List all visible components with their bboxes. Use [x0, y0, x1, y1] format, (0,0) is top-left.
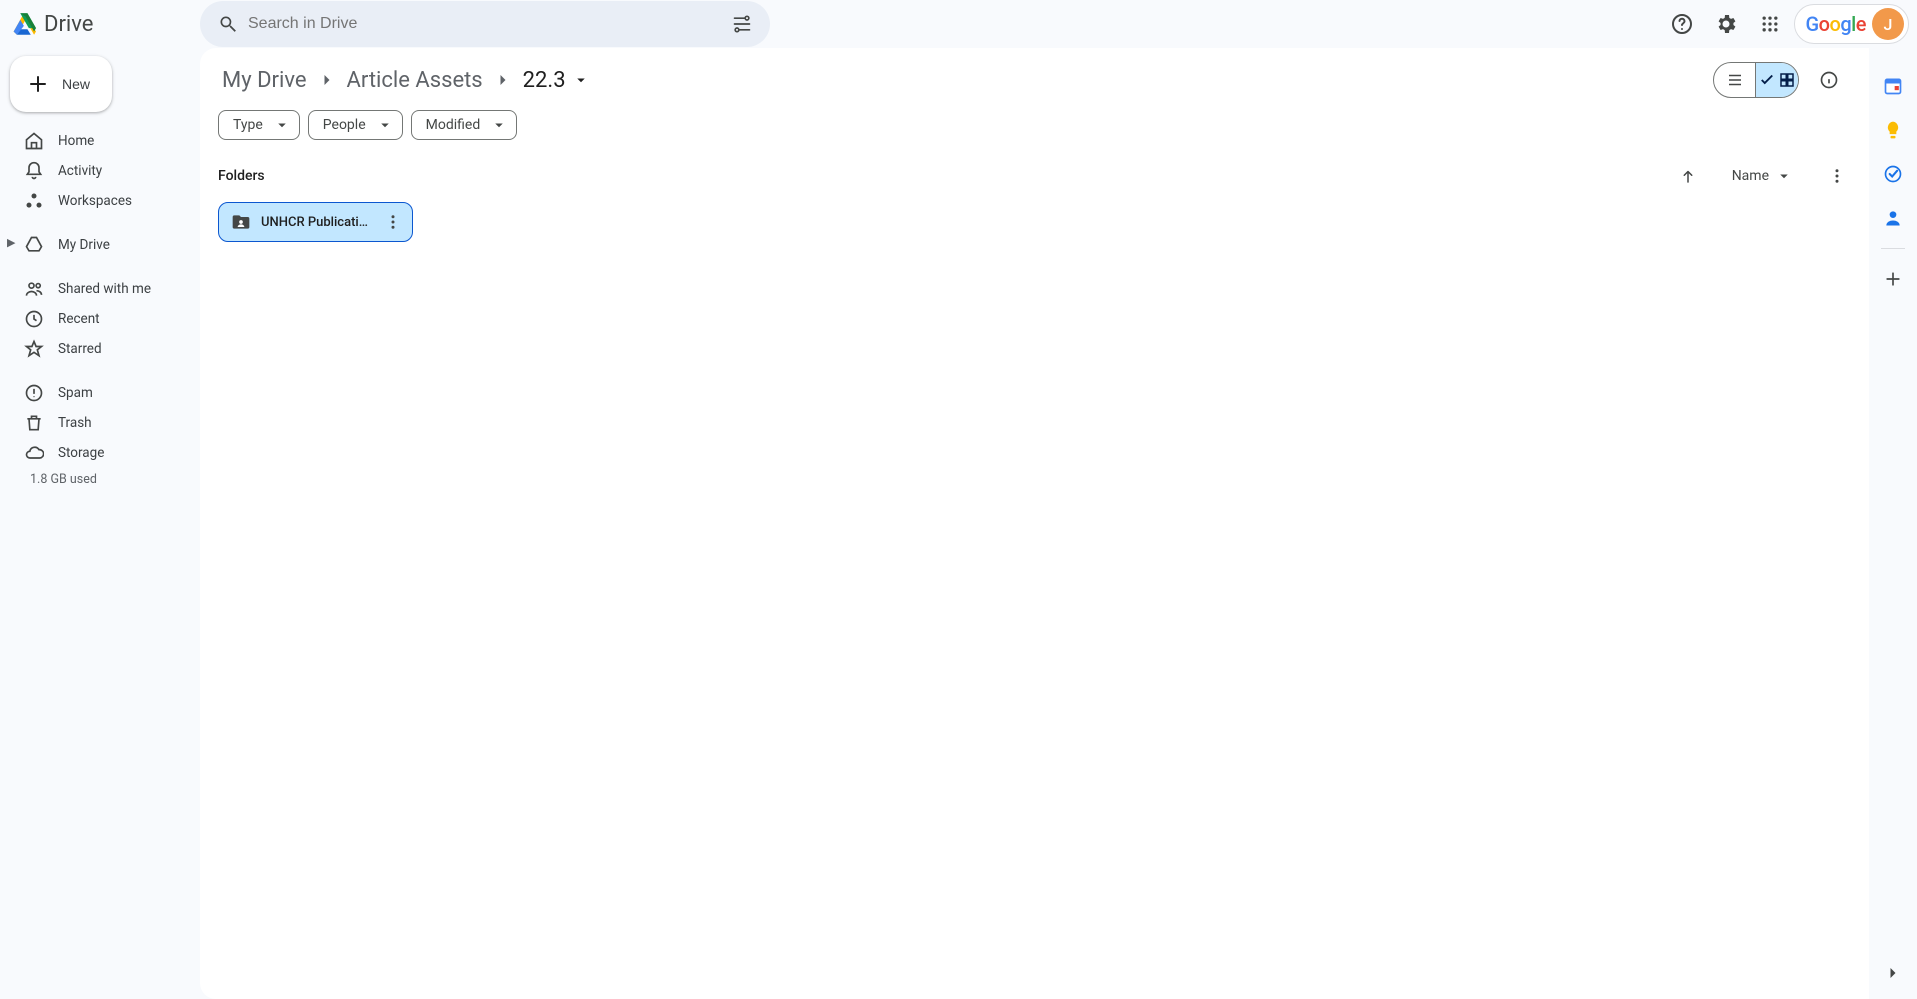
chip-label: Type	[233, 117, 263, 133]
collapse-sidepanel-icon[interactable]	[1873, 953, 1913, 993]
folder-name: UNHCR Publication …	[261, 215, 368, 230]
sidebar-item-label: Activity	[58, 163, 102, 179]
folder-card[interactable]: UNHCR Publication …	[218, 202, 413, 242]
chevron-right-icon	[317, 70, 337, 90]
sidebar-item-workspaces[interactable]: Workspaces	[10, 186, 190, 216]
help-icon[interactable]	[1662, 4, 1702, 44]
keep-addon-icon[interactable]	[1873, 110, 1913, 150]
settings-icon[interactable]	[1706, 4, 1746, 44]
sort-direction-button[interactable]	[1674, 162, 1702, 190]
filter-people[interactable]: People	[308, 110, 403, 140]
arrow-up-icon	[1679, 167, 1697, 185]
home-icon	[24, 131, 44, 151]
breadcrumb-current-label: 22.3	[523, 68, 566, 93]
plus-icon	[26, 72, 50, 96]
sidebar-item-label: Home	[58, 133, 94, 149]
more-vert-icon	[384, 213, 402, 231]
workspaces-icon	[24, 191, 44, 211]
people-icon	[24, 279, 44, 299]
expand-icon[interactable]: ▶	[7, 236, 15, 249]
google-account-switcher[interactable]: Google J	[1794, 4, 1909, 44]
sidebar-item-label: Recent	[58, 311, 100, 327]
brand-name: Drive	[44, 12, 93, 37]
grid-icon	[1778, 71, 1796, 89]
trash-icon	[24, 413, 44, 433]
sidebar-item-home[interactable]: Home	[10, 126, 190, 156]
check-icon	[1758, 71, 1776, 89]
contacts-addon-icon[interactable]	[1873, 198, 1913, 238]
breadcrumb: My Drive Article Assets 22.3	[218, 66, 1713, 95]
app-header: Drive Google J	[0, 0, 1917, 48]
dropdown-icon	[273, 116, 291, 134]
storage-used-text: 1.8 GB used	[10, 468, 190, 487]
new-button[interactable]: New	[10, 56, 112, 112]
folder-grid: UNHCR Publication …	[200, 196, 1869, 248]
list-view-button[interactable]	[1714, 63, 1756, 97]
star-icon	[24, 339, 44, 359]
sidebar: New Home Activity Workspaces ▶ My Drive …	[0, 48, 200, 999]
cloud-icon	[24, 443, 44, 463]
clock-icon	[24, 309, 44, 329]
sidebar-item-recent[interactable]: Recent	[10, 304, 190, 334]
google-logo: Google	[1805, 12, 1866, 36]
header-actions: Google J	[1662, 4, 1913, 44]
grid-view-button[interactable]	[1756, 63, 1798, 97]
bell-icon	[24, 161, 44, 181]
sort-by-button[interactable]: Name	[1732, 167, 1793, 185]
spam-icon	[24, 383, 44, 403]
drive-icon	[24, 235, 44, 255]
drive-logo-icon	[12, 12, 36, 36]
details-icon[interactable]	[1809, 60, 1849, 100]
sidebar-item-label: Storage	[58, 445, 104, 461]
breadcrumb-current[interactable]: 22.3	[519, 66, 594, 95]
sidebar-item-label: Starred	[58, 341, 102, 357]
dropdown-icon	[572, 71, 590, 89]
avatar: J	[1872, 8, 1904, 40]
view-toggle	[1713, 62, 1799, 98]
sort-label-text: Name	[1732, 168, 1769, 184]
breadcrumb-article-assets[interactable]: Article Assets	[343, 66, 487, 95]
sidebar-item-label: Trash	[58, 415, 92, 431]
get-addons-icon[interactable]	[1873, 259, 1913, 299]
search-options-icon[interactable]	[722, 4, 762, 44]
dropdown-icon	[1775, 167, 1793, 185]
sidebar-item-spam[interactable]: Spam	[10, 378, 190, 408]
section-heading: Folders	[218, 168, 265, 184]
brand[interactable]: Drive	[12, 12, 200, 37]
sidebar-item-storage[interactable]: Storage	[10, 438, 190, 468]
sidebar-item-activity[interactable]: Activity	[10, 156, 190, 186]
search-bar	[200, 1, 770, 47]
list-icon	[1726, 71, 1744, 89]
search-input[interactable]	[248, 15, 722, 33]
more-options-button[interactable]	[1823, 162, 1851, 190]
filter-type[interactable]: Type	[218, 110, 300, 140]
folder-more-button[interactable]	[378, 207, 408, 237]
filter-chips: Type People Modified	[200, 102, 1869, 144]
chip-label: Modified	[426, 117, 481, 133]
chevron-right-icon	[493, 70, 513, 90]
sidebar-item-trash[interactable]: Trash	[10, 408, 190, 438]
sidebar-item-label: My Drive	[58, 237, 110, 253]
breadcrumb-my-drive[interactable]: My Drive	[218, 66, 311, 95]
new-button-label: New	[62, 76, 90, 92]
chip-label: People	[323, 117, 366, 133]
filter-modified[interactable]: Modified	[411, 110, 518, 140]
shared-folder-icon	[231, 212, 251, 232]
sidebar-item-label: Workspaces	[58, 193, 132, 209]
calendar-addon-icon[interactable]	[1873, 66, 1913, 106]
apps-icon[interactable]	[1750, 4, 1790, 44]
more-vert-icon	[1828, 167, 1846, 185]
sidebar-item-starred[interactable]: Starred	[10, 334, 190, 364]
sidebar-item-label: Spam	[58, 385, 93, 401]
search-icon[interactable]	[208, 4, 248, 44]
dropdown-icon	[376, 116, 394, 134]
dropdown-icon	[490, 116, 508, 134]
sidebar-item-shared-with-me[interactable]: Shared with me	[10, 274, 190, 304]
sidebar-item-my-drive[interactable]: ▶ My Drive	[10, 230, 190, 260]
main-panel: My Drive Article Assets 22.3	[200, 48, 1869, 999]
tasks-addon-icon[interactable]	[1873, 154, 1913, 194]
side-panel	[1869, 48, 1917, 999]
sidebar-item-label: Shared with me	[58, 281, 151, 297]
